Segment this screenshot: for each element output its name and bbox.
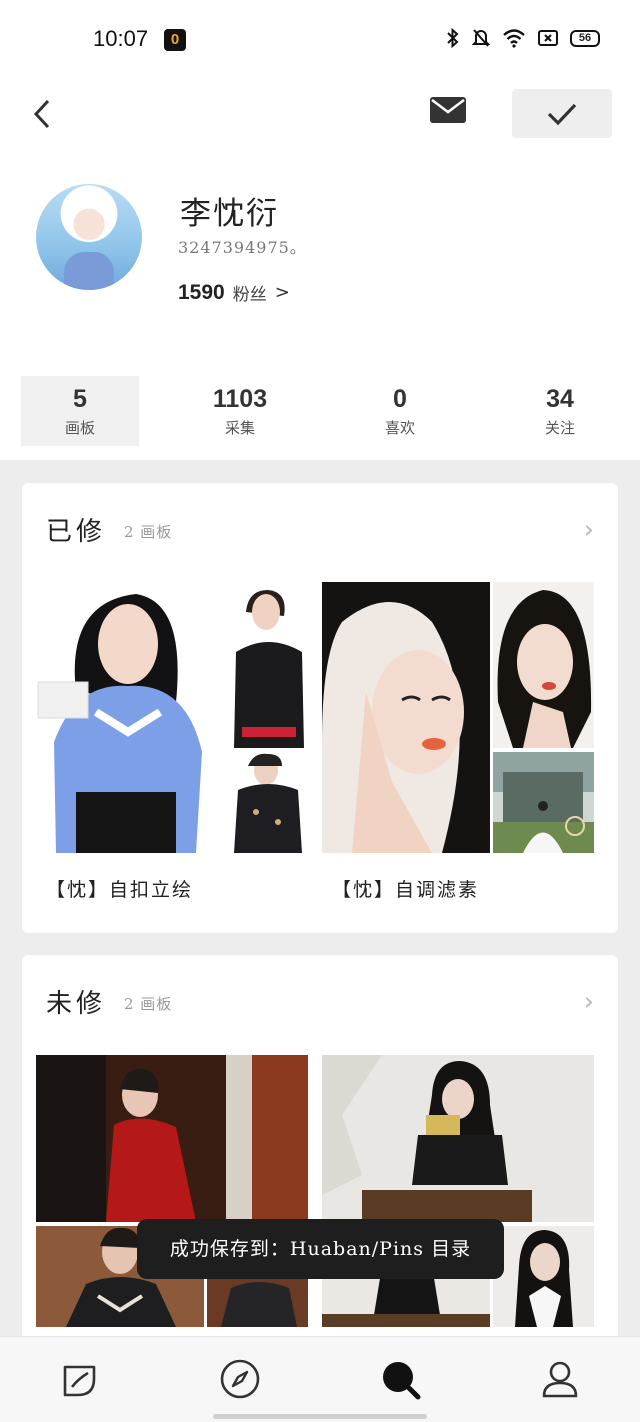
avatar[interactable] bbox=[36, 184, 142, 290]
battery-icon: 56 bbox=[570, 29, 600, 47]
board-caption: 【忱】自扣立绘 bbox=[46, 879, 194, 901]
home-indicator bbox=[213, 1414, 427, 1419]
wifi-icon bbox=[503, 29, 525, 48]
board-card[interactable] bbox=[36, 1055, 308, 1327]
section-subtitle: 2 画板 bbox=[124, 523, 173, 541]
section-subtitle: 2 画板 bbox=[124, 995, 173, 1013]
board-cover-image bbox=[322, 1055, 594, 1222]
board-thumb-image bbox=[493, 582, 594, 748]
board-cover-image bbox=[36, 582, 206, 853]
board-card[interactable]: 【忱】自扣立绘 bbox=[36, 582, 308, 902]
mail-icon bbox=[430, 97, 466, 123]
stat-number: 0 bbox=[393, 385, 407, 413]
nav-search[interactable] bbox=[378, 1357, 422, 1401]
board-cover-image bbox=[322, 582, 490, 853]
board-thumb-image bbox=[493, 1226, 594, 1327]
compass-icon bbox=[220, 1359, 260, 1399]
board-cover-image bbox=[36, 1055, 308, 1222]
board-caption: 【忱】自调滤素 bbox=[332, 879, 480, 901]
followers-link[interactable]: 1590 粉丝 > bbox=[178, 280, 290, 306]
chevron-right-icon: > bbox=[274, 282, 290, 303]
status-time: 10:07 bbox=[93, 26, 149, 51]
leaf-icon bbox=[63, 1365, 96, 1397]
followers-count: 1590 bbox=[178, 280, 225, 304]
board-card[interactable] bbox=[322, 1055, 594, 1327]
chevron-right-icon[interactable]: › bbox=[584, 515, 594, 545]
stat-number: 5 bbox=[73, 385, 87, 413]
status-bar: 10:07 0 56 bbox=[0, 0, 640, 80]
stat-label: 喜欢 bbox=[384, 419, 415, 437]
stat-likes[interactable]: 0 喜欢 bbox=[341, 376, 459, 446]
status-icons: 56 bbox=[446, 28, 600, 48]
followers-label: 粉丝 bbox=[232, 285, 267, 305]
profile-name: 李忱衍 bbox=[180, 196, 279, 232]
board-thumb-image bbox=[228, 582, 308, 748]
message-button[interactable] bbox=[428, 94, 468, 126]
profile-id: 3247394975。 bbox=[178, 238, 307, 257]
stat-number: 1103 bbox=[212, 385, 268, 413]
section-title: 未修 bbox=[46, 989, 107, 1019]
section-card-edited: 已修 2 画板 › 【忱】自扣立绘 【忱】自调滤素 bbox=[22, 483, 618, 933]
board-card[interactable]: 【忱】自调滤素 bbox=[322, 582, 594, 902]
stat-pins[interactable]: 1103 采集 bbox=[181, 376, 299, 446]
profile-header: 李忱衍 3247394975。 1590 粉丝 > 5 画板 1103 采集 0… bbox=[0, 80, 640, 460]
sim-icon bbox=[538, 30, 558, 46]
chevron-left-icon bbox=[33, 99, 50, 129]
bottom-nav bbox=[0, 1336, 640, 1422]
stats-bar: 5 画板 1103 采集 0 喜欢 34 关注 bbox=[0, 376, 640, 446]
chevron-right-icon[interactable]: › bbox=[584, 987, 594, 1017]
nav-home[interactable] bbox=[58, 1357, 102, 1401]
back-button[interactable] bbox=[26, 95, 58, 133]
stat-label: 画板 bbox=[64, 419, 95, 437]
search-icon bbox=[383, 1362, 421, 1400]
toast-message: 成功保存到：Huaban/Pins 目录 bbox=[137, 1219, 504, 1279]
section-card-unedited: 未修 2 画板 › bbox=[22, 955, 618, 1355]
stat-boards[interactable]: 5 画板 bbox=[21, 376, 139, 446]
user-icon bbox=[542, 1361, 578, 1398]
stat-following[interactable]: 34 关注 bbox=[501, 376, 619, 446]
app-notification-icon: 0 bbox=[164, 29, 186, 51]
bluetooth-icon bbox=[447, 28, 459, 48]
nav-profile[interactable] bbox=[538, 1357, 582, 1401]
stat-number: 34 bbox=[546, 385, 574, 413]
stat-label: 关注 bbox=[544, 419, 575, 437]
avatar-figure bbox=[64, 252, 114, 290]
mute-bell-icon bbox=[472, 29, 490, 47]
section-title: 已修 bbox=[46, 517, 107, 547]
board-thumb-image bbox=[493, 752, 594, 853]
stat-label: 采集 bbox=[224, 419, 255, 437]
confirm-button[interactable] bbox=[512, 89, 612, 138]
check-icon bbox=[547, 103, 577, 125]
nav-explore[interactable] bbox=[218, 1357, 262, 1401]
board-thumb-image bbox=[228, 752, 308, 853]
